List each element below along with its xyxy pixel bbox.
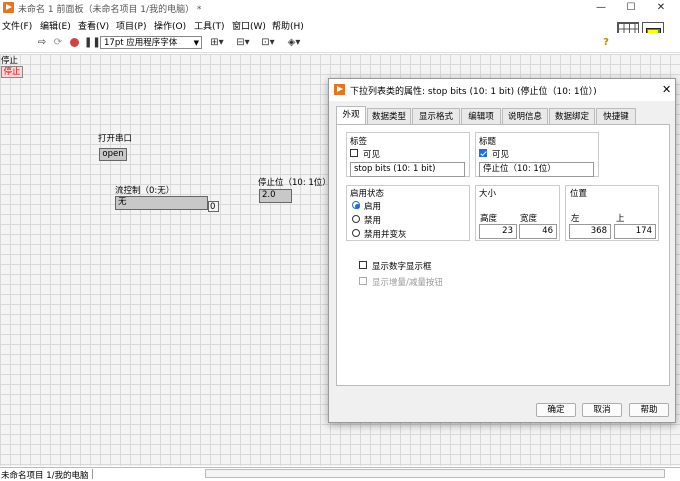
align-objects-icon[interactable]: ⊞▾ [208, 37, 226, 49]
tab-documentation[interactable]: 说明信息 [502, 108, 548, 124]
stop-label: 停止 [1, 56, 19, 66]
cancel-button[interactable]: 取消 [582, 403, 622, 417]
minimize-button[interactable]: — [586, 0, 616, 16]
tab-data-binding[interactable]: 数据绑定 [549, 108, 595, 124]
menu-bar: 文件(F) 编辑(E) 查看(V) 项目(P) 操作(O) 工具(T) 窗口(W… [0, 17, 680, 33]
radio-disabled[interactable] [352, 215, 360, 223]
caption-group-title: 标题 [479, 137, 497, 147]
pause-icon[interactable]: ❚❚ [84, 37, 101, 49]
radio-disabled-grayed-label: 禁用并变灰 [364, 230, 407, 240]
resize-objects-icon[interactable]: ⊡▾ [259, 37, 277, 49]
menu-operate[interactable]: 操作(O) [154, 19, 186, 32]
title-bar: 未命名 1 前面板（未命名项目 1/我的电脑） * — ☐ ✕ [0, 0, 680, 16]
run-arrow-icon[interactable]: ⇨ [36, 37, 48, 49]
appearance-panel: 标签 可见 stop bits (10: 1 bit) 标题 可见 停止位（10… [336, 124, 670, 386]
run-continuously-icon[interactable]: ⟳ [52, 37, 64, 49]
radio-disabled-label: 禁用 [364, 216, 382, 226]
stop-bits-ring[interactable]: 2.0 [259, 189, 292, 203]
font-select[interactable]: 17pt 应用程序字体 ▼ [100, 36, 202, 49]
dialog-title-bar: 下拉列表类的属性: stop bits (10: 1 bit) (停止位（10:… [329, 79, 675, 101]
tab-edit-items[interactable]: 编辑项 [461, 108, 501, 124]
show-digital-display-label: 显示数字显示框 [372, 262, 432, 272]
abort-icon[interactable] [68, 37, 80, 49]
tab-display-format[interactable]: 显示格式 [412, 108, 460, 124]
distribute-objects-icon[interactable]: ⊟▾ [234, 37, 252, 49]
dialog-close-icon[interactable]: ✕ [662, 83, 671, 96]
position-group: 位置 左 上 368 174 [565, 185, 659, 241]
enable-state-group: 启用状态 启用 禁用 禁用并变灰 [346, 185, 470, 241]
left-label: 左 [571, 214, 580, 224]
label-group-title: 标签 [350, 137, 368, 147]
menu-help[interactable]: 帮助(H) [272, 19, 304, 32]
tab-shortcuts[interactable]: 快捷键 [596, 108, 636, 124]
label-visible-checkbox[interactable] [350, 149, 358, 157]
labview-app-icon [3, 2, 14, 13]
radio-enabled-label: 启用 [364, 202, 382, 212]
open-port-label: 打开串口 [98, 134, 133, 144]
tab-appearance[interactable]: 外观 [336, 106, 366, 125]
dialog-title: 下拉列表类的属性: stop bits (10: 1 bit) (停止位（10:… [350, 87, 597, 97]
caption-text-field[interactable]: 停止位（10: 1位） [479, 162, 594, 177]
width-input[interactable]: 46 [519, 224, 557, 239]
show-increment-label: 显示增量/减量按钮 [372, 278, 443, 288]
menu-project[interactable]: 项目(P) [116, 19, 146, 32]
flow-control-digital-display[interactable]: 0 [208, 201, 219, 212]
size-group: 大小 高度 宽度 23 46 [475, 185, 560, 241]
caption-visible-checkbox[interactable] [479, 149, 487, 157]
help-icon[interactable]: ? [600, 37, 612, 49]
radio-enabled[interactable] [352, 201, 360, 209]
top-label: 上 [616, 214, 625, 224]
show-digital-display-checkbox[interactable] [359, 261, 367, 269]
height-label: 高度 [480, 214, 498, 224]
radio-disabled-grayed[interactable] [352, 229, 360, 237]
enable-state-title: 启用状态 [350, 189, 385, 199]
toolbar: ⇨ ⟳ ❚❚ 17pt 应用程序字体 ▼ ⊞▾ ⊟▾ ⊡▾ ◈▾ ? [0, 33, 680, 53]
open-button[interactable]: open [99, 148, 127, 161]
menu-tools[interactable]: 工具(T) [194, 19, 225, 32]
position-group-title: 位置 [570, 189, 588, 199]
top-input[interactable]: 174 [614, 224, 656, 239]
window-title: 未命名 1 前面板（未命名项目 1/我的电脑） * [18, 5, 202, 15]
ok-button[interactable]: 确定 [536, 403, 576, 417]
menu-view[interactable]: 查看(V) [78, 19, 109, 32]
maximize-button[interactable]: ☐ [616, 0, 646, 16]
chevron-down-icon: ▼ [193, 39, 199, 47]
font-select-value: 17pt 应用程序字体 [104, 38, 178, 48]
tab-data-type[interactable]: 数据类型 [367, 108, 411, 124]
reorder-icon[interactable]: ◈▾ [285, 37, 303, 49]
caption-visible-text: 可见 [492, 150, 510, 160]
stop-bits-label: 停止位（10: 1位） [258, 178, 331, 188]
show-increment-checkbox[interactable] [359, 277, 367, 285]
width-label: 宽度 [520, 214, 538, 224]
menu-file[interactable]: 文件(F) [2, 19, 32, 32]
label-group: 标签 可见 stop bits (10: 1 bit) [346, 132, 470, 177]
menu-window[interactable]: 窗口(W) [232, 19, 266, 32]
flow-control-ring[interactable]: 无 [115, 196, 208, 210]
caption-group: 标题 可见 停止位（10: 1位） [475, 132, 599, 177]
flow-control-label: 流控制（0:无） [115, 186, 175, 196]
left-input[interactable]: 368 [569, 224, 611, 239]
status-project-path: 未命名项目 1/我的电脑 [1, 471, 89, 481]
label-visible-text: 可见 [363, 150, 381, 160]
status-bar: 未命名项目 1/我的电脑 [0, 467, 680, 481]
labview-app-icon [334, 84, 345, 95]
label-text-field[interactable]: stop bits (10: 1 bit) [350, 162, 465, 177]
menu-edit[interactable]: 编辑(E) [40, 19, 71, 32]
size-group-title: 大小 [479, 189, 497, 199]
properties-dialog: 下拉列表类的属性: stop bits (10: 1 bit) (停止位（10:… [328, 78, 676, 423]
height-input[interactable]: 23 [479, 224, 517, 239]
stop-button[interactable]: 停止 [1, 66, 23, 78]
horizontal-scrollbar[interactable] [205, 469, 665, 478]
close-button[interactable]: ✕ [646, 0, 676, 16]
help-button[interactable]: 帮助 [629, 403, 669, 417]
